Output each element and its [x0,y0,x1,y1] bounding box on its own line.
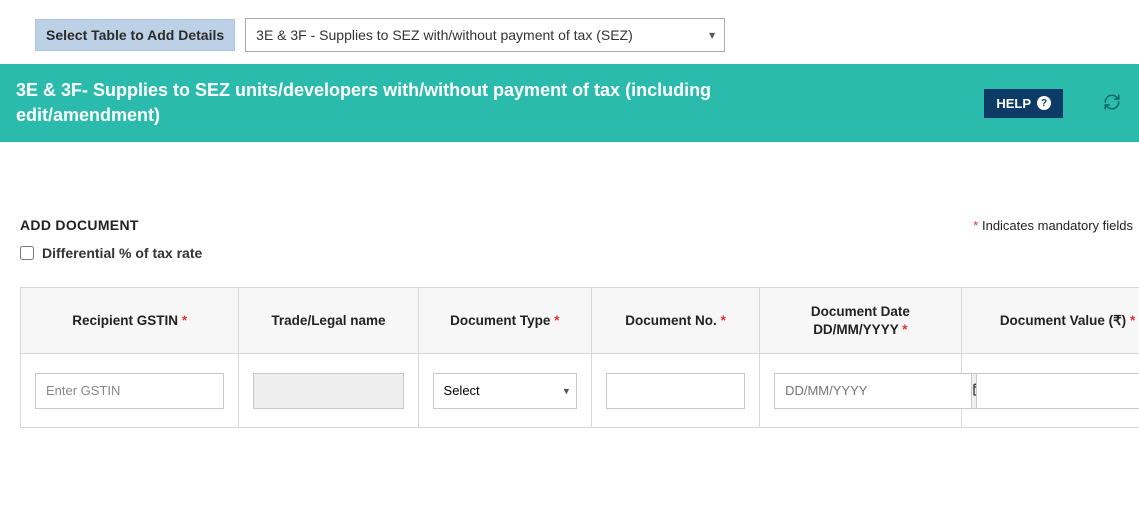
mandatory-note: * Indicates mandatory fields [973,218,1133,233]
table-select[interactable]: 3E & 3F - Supplies to SEZ with/without p… [245,18,725,52]
help-icon: ? [1037,96,1051,110]
th-document-no: Document No. * [592,288,760,354]
help-button-label: HELP [996,96,1031,111]
differential-tax-checkbox[interactable] [20,246,34,260]
table-row: Select [21,354,1139,428]
differential-tax-label: Differential % of tax rate [42,245,202,261]
section-header: 3E & 3F- Supplies to SEZ units/developer… [0,64,1139,142]
th-trade-legal-name: Trade/Legal name [239,288,418,354]
document-type-select[interactable]: Select [433,373,578,409]
document-date-input[interactable] [774,373,971,409]
select-table-label: Select Table to Add Details [35,19,235,51]
document-table-scroll[interactable]: Recipient GSTIN * Trade/Legal name Docum… [20,287,1139,436]
trade-legal-name-input [253,373,403,409]
help-button[interactable]: HELP ? [984,89,1063,118]
th-document-value: Document Value (₹) * [961,288,1139,354]
th-recipient-gstin: Recipient GSTIN * [21,288,239,354]
th-document-date: Document Date DD/MM/YYYY * [760,288,962,354]
recipient-gstin-input[interactable] [35,373,224,409]
document-no-input[interactable] [606,373,745,409]
refresh-icon[interactable] [1103,93,1121,114]
document-table: Recipient GSTIN * Trade/Legal name Docum… [20,287,1139,428]
add-document-title: ADD DOCUMENT [20,217,139,233]
th-document-type: Document Type * [418,288,592,354]
document-value-input[interactable] [976,373,1139,409]
page-title: 3E & 3F- Supplies to SEZ units/developer… [16,78,796,128]
